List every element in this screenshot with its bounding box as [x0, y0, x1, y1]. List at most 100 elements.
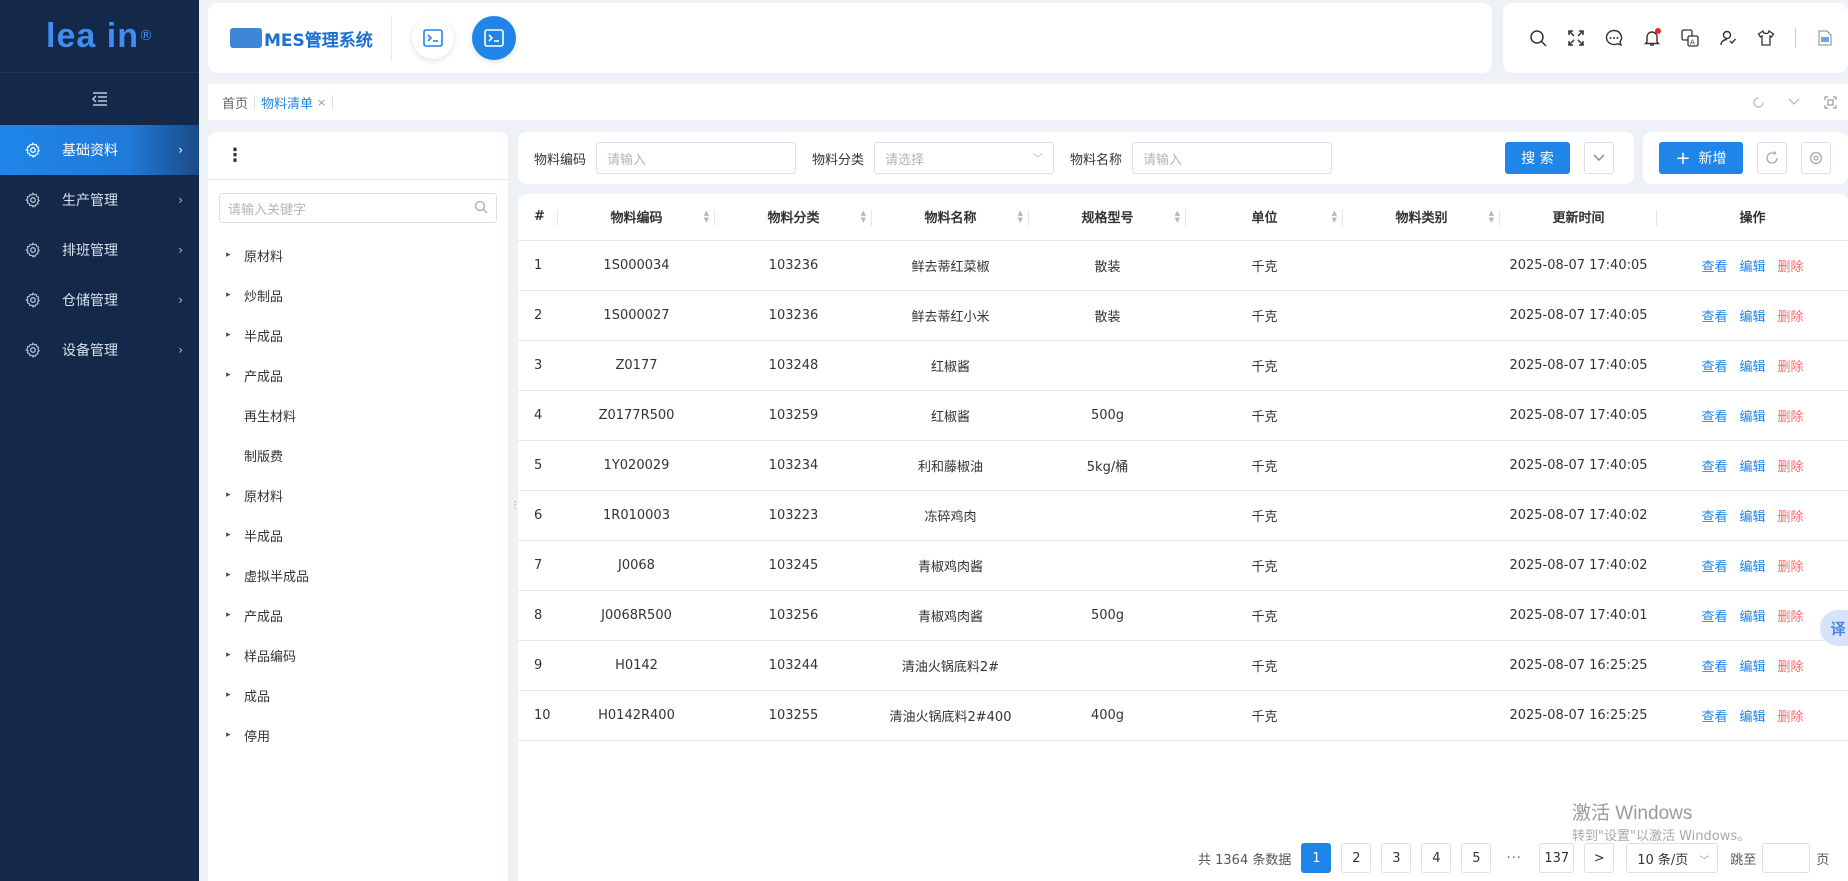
- translate-icon[interactable]: A: [1671, 19, 1709, 57]
- caret-right-icon[interactable]: ▸: [226, 570, 244, 580]
- sort-icon[interactable]: ▲ ▼: [704, 210, 709, 224]
- view-link[interactable]: 查看: [1701, 260, 1727, 275]
- column-header[interactable]: 物料编码 ▲ ▼: [558, 194, 715, 241]
- edit-link[interactable]: 编辑: [1739, 710, 1765, 725]
- sort-icon[interactable]: ▲ ▼: [861, 210, 866, 224]
- edit-link[interactable]: 编辑: [1739, 460, 1765, 475]
- caret-right-icon[interactable]: ▸: [226, 730, 244, 740]
- column-settings-button[interactable]: [1801, 142, 1831, 174]
- terminal-button[interactable]: [411, 17, 454, 59]
- theme-shirt-icon[interactable]: [1747, 19, 1785, 57]
- caret-right-icon[interactable]: ▸: [226, 530, 244, 540]
- tree-node[interactable]: ▸ 原材料: [208, 475, 508, 515]
- caret-right-icon[interactable]: ▸: [226, 250, 244, 260]
- sort-icon[interactable]: ▲ ▼: [1018, 210, 1023, 224]
- material-name-input[interactable]: 请输入: [1132, 142, 1333, 174]
- sidebar-item-3[interactable]: 仓储管理 ›: [0, 275, 199, 325]
- caret-right-icon[interactable]: ▸: [226, 690, 244, 700]
- view-link[interactable]: 查看: [1701, 660, 1727, 675]
- view-link[interactable]: 查看: [1701, 360, 1727, 375]
- sort-icon[interactable]: ▲ ▼: [1175, 210, 1180, 224]
- tab-dropdown-icon[interactable]: [1776, 98, 1812, 106]
- view-link[interactable]: 查看: [1701, 610, 1727, 625]
- tree-node[interactable]: ▸ 虚拟半成品: [208, 555, 508, 595]
- tree-node[interactable]: ▸ 半成品: [208, 515, 508, 555]
- page-3[interactable]: 3: [1381, 843, 1412, 873]
- tree-search-input[interactable]: 请输入关键字: [219, 193, 497, 223]
- terminal-button-active[interactable]: [471, 16, 516, 60]
- column-header[interactable]: 物料名称 ▲ ▼: [872, 194, 1029, 241]
- menu-fold-icon[interactable]: [0, 73, 199, 125]
- view-link[interactable]: 查看: [1701, 310, 1727, 325]
- tab-maximize-icon[interactable]: [1812, 95, 1848, 109]
- tree-node[interactable]: ▸ 样品编码: [208, 635, 508, 675]
- bell-icon[interactable]: [1633, 19, 1671, 57]
- sidebar-item-2[interactable]: 排班管理 ›: [0, 225, 199, 275]
- user-icon[interactable]: [1709, 19, 1747, 57]
- delete-link[interactable]: 删除: [1778, 510, 1804, 525]
- page-5[interactable]: 5: [1461, 843, 1492, 873]
- tree-node[interactable]: 再生材料: [208, 395, 508, 435]
- caret-right-icon[interactable]: ▸: [226, 610, 244, 620]
- page-size-select[interactable]: 10 条/页 ﹀: [1626, 843, 1719, 873]
- column-header[interactable]: 物料类别 ▲ ▼: [1343, 194, 1500, 241]
- edit-link[interactable]: 编辑: [1739, 610, 1765, 625]
- avatar-image[interactable]: [1806, 19, 1844, 57]
- delete-link[interactable]: 删除: [1778, 610, 1804, 625]
- page-last[interactable]: 137: [1539, 843, 1575, 873]
- view-link[interactable]: 查看: [1701, 560, 1727, 575]
- delete-link[interactable]: 删除: [1778, 460, 1804, 475]
- edit-link[interactable]: 编辑: [1739, 260, 1765, 275]
- page-1[interactable]: 1: [1301, 843, 1332, 873]
- page-2[interactable]: 2: [1341, 843, 1372, 873]
- tab-material-list[interactable]: 物料清单: [255, 93, 319, 112]
- jump-page-input[interactable]: [1762, 843, 1811, 873]
- page-ellipsis[interactable]: ···: [1499, 843, 1530, 873]
- delete-link[interactable]: 删除: [1778, 710, 1804, 725]
- delete-link[interactable]: 删除: [1778, 310, 1804, 325]
- caret-right-icon[interactable]: ▸: [226, 290, 244, 300]
- material-category-select[interactable]: 请选择 ﹀: [874, 142, 1055, 174]
- tree-node[interactable]: ▸ 炒制品: [208, 275, 508, 315]
- more-vertical-icon[interactable]: ⋮: [208, 132, 508, 180]
- fullscreen-icon[interactable]: [1557, 19, 1595, 57]
- search-button[interactable]: 搜 索: [1505, 142, 1570, 174]
- sort-icon[interactable]: ▲ ▼: [1489, 210, 1494, 224]
- view-link[interactable]: 查看: [1701, 510, 1727, 525]
- page-4[interactable]: 4: [1421, 843, 1452, 873]
- view-link[interactable]: 查看: [1701, 460, 1727, 475]
- caret-right-icon[interactable]: ▸: [226, 370, 244, 380]
- edit-link[interactable]: 编辑: [1739, 660, 1765, 675]
- edit-link[interactable]: 编辑: [1739, 310, 1765, 325]
- tree-node[interactable]: ▸ 停用: [208, 715, 508, 755]
- delete-link[interactable]: 删除: [1778, 660, 1804, 675]
- refresh-tab-icon[interactable]: [1740, 96, 1776, 109]
- tab-home[interactable]: 首页: [216, 93, 254, 112]
- column-header[interactable]: 单位 ▲ ▼: [1186, 194, 1343, 241]
- add-button[interactable]: + 新增: [1659, 142, 1743, 174]
- tree-node[interactable]: ▸ 半成品: [208, 315, 508, 355]
- sidebar-item-1[interactable]: 生产管理 ›: [0, 175, 199, 225]
- delete-link[interactable]: 删除: [1778, 410, 1804, 425]
- translate-float-button[interactable]: 译: [1820, 610, 1848, 646]
- caret-right-icon[interactable]: ▸: [226, 330, 244, 340]
- tree-node[interactable]: ▸ 原材料: [208, 235, 508, 275]
- sort-icon[interactable]: ▲ ▼: [1332, 210, 1337, 224]
- edit-link[interactable]: 编辑: [1739, 510, 1765, 525]
- view-link[interactable]: 查看: [1701, 710, 1727, 725]
- next-page-button[interactable]: >: [1584, 843, 1615, 873]
- caret-right-icon[interactable]: ▸: [226, 490, 244, 500]
- edit-link[interactable]: 编辑: [1739, 410, 1765, 425]
- sidebar-item-4[interactable]: 设备管理 ›: [0, 325, 199, 375]
- tree-node[interactable]: ▸ 成品: [208, 675, 508, 715]
- delete-link[interactable]: 删除: [1778, 560, 1804, 575]
- delete-link[interactable]: 删除: [1778, 360, 1804, 375]
- refresh-button[interactable]: [1757, 142, 1787, 174]
- sidebar-item-0[interactable]: 基础资料 ›: [0, 125, 199, 175]
- tree-node[interactable]: ▸ 产成品: [208, 355, 508, 395]
- message-icon[interactable]: [1595, 19, 1633, 57]
- caret-right-icon[interactable]: ▸: [226, 650, 244, 660]
- delete-link[interactable]: 删除: [1778, 260, 1804, 275]
- tree-node[interactable]: 制版费: [208, 435, 508, 475]
- search-icon[interactable]: [1519, 19, 1557, 57]
